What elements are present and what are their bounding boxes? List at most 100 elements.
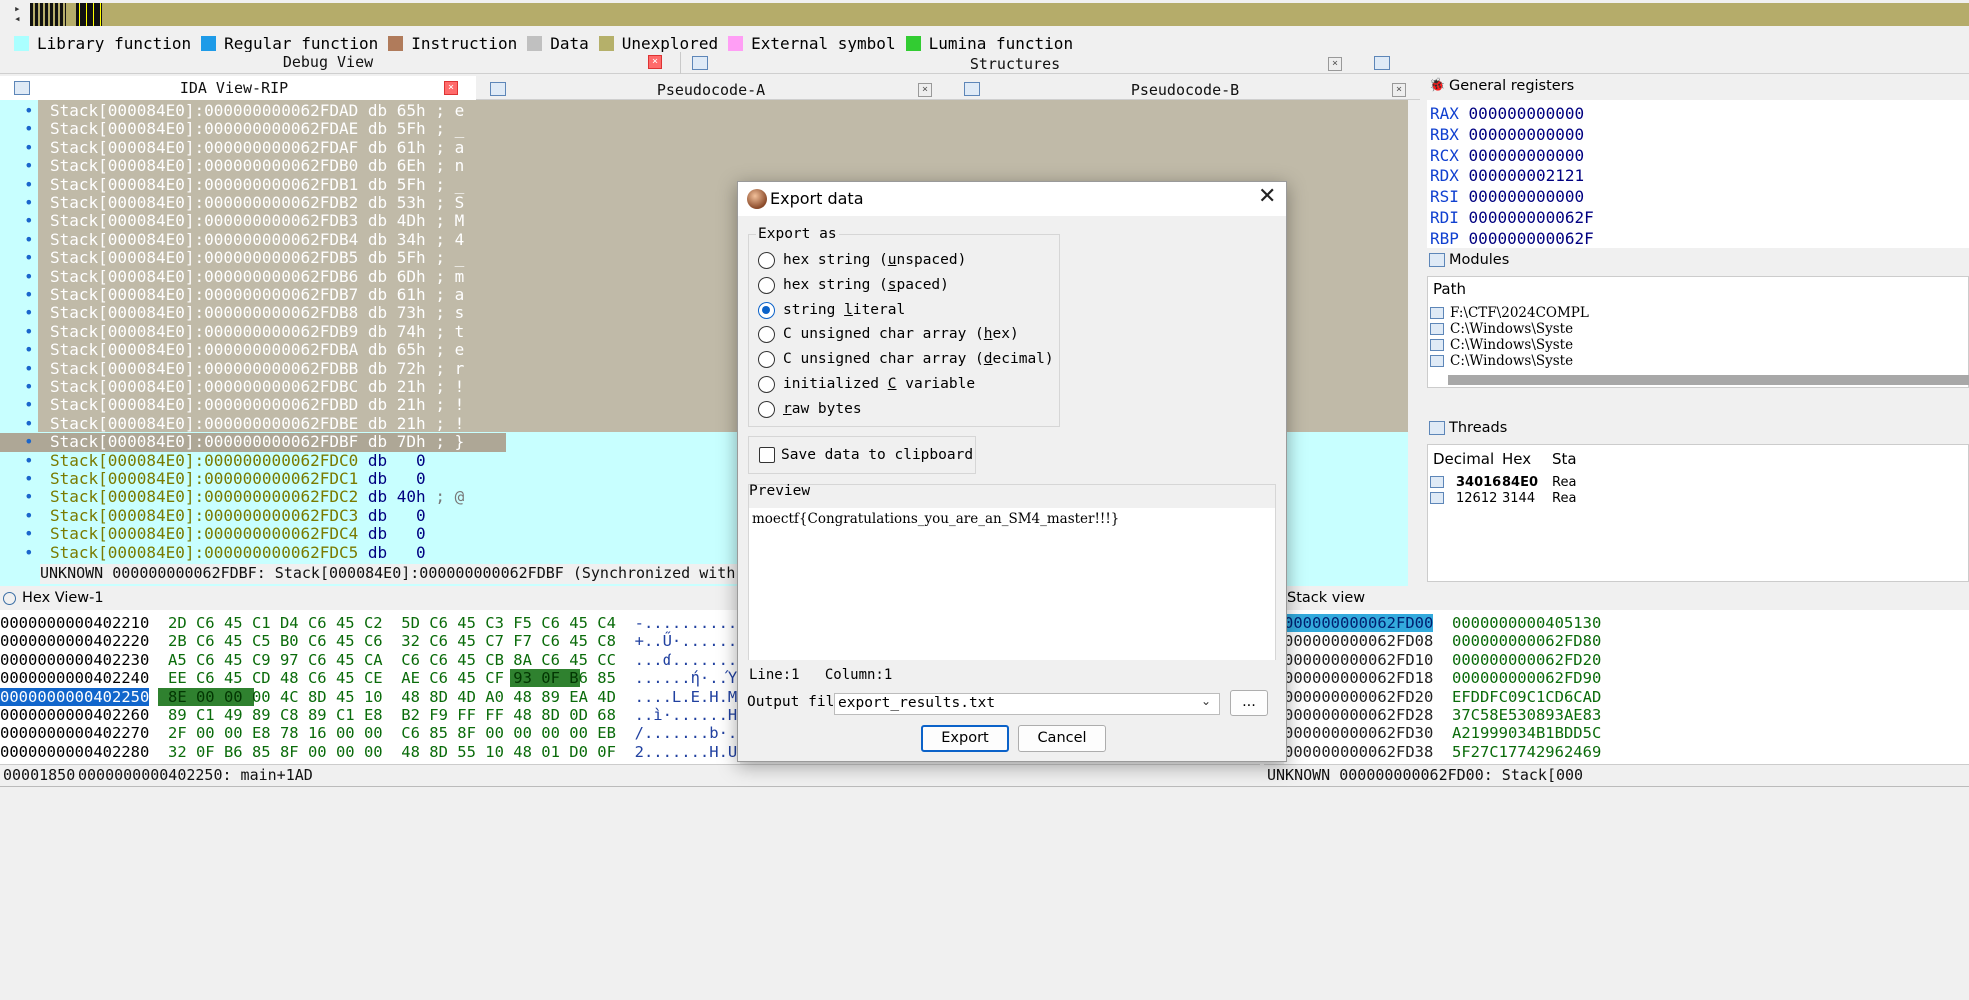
breakpoint-dot-icon[interactable]: •: [0, 211, 50, 230]
export-option[interactable]: hex string (spaced): [758, 275, 1058, 297]
hex-bytes-high[interactable]: B2 F9 FF FF 48 8D 0D 68: [401, 706, 616, 724]
export-option[interactable]: raw bytes: [758, 399, 1058, 421]
module-row[interactable]: C:\Windows\Syste: [1430, 337, 1573, 353]
register-value[interactable]: 000000000062F: [1469, 229, 1594, 248]
hex-row[interactable]: 0000000000402280 32 0F B6 85 8F 00 00 00…: [0, 743, 740, 761]
hex-view-panel[interactable]: 0000000000402210 2D C6 45 C1 D4 C6 45 C2…: [0, 610, 740, 764]
breakpoint-dot-icon[interactable]: •: [0, 377, 50, 396]
register-row[interactable]: RBP 000000000062F: [1430, 229, 1594, 248]
navigation-band[interactable]: ▸ ◂: [0, 0, 1969, 28]
breakpoint-dot-icon[interactable]: •: [0, 303, 50, 322]
modules-hscrollbar[interactable]: [1448, 375, 1969, 385]
close-pseudocode-a-icon[interactable]: ×: [918, 83, 932, 97]
threads-state-header[interactable]: Sta: [1552, 450, 1577, 468]
breakpoint-dot-icon[interactable]: •: [0, 506, 50, 525]
breakpoint-dot-icon[interactable]: •: [0, 156, 50, 175]
hex-row[interactable]: 0000000000402240 EE C6 45 CD 48 C6 45 CE…: [0, 669, 740, 687]
register-value[interactable]: 000000000000: [1469, 104, 1585, 123]
stack-row[interactable]: 000000000062FD30 A21999034B1BDD5C: [1284, 724, 1601, 742]
close-debug-view-icon[interactable]: ×: [648, 55, 662, 69]
save-to-clipboard-checkbox[interactable]: [759, 447, 775, 463]
browse-button[interactable]: ...: [1230, 690, 1268, 716]
modules-path-header[interactable]: Path: [1433, 280, 1466, 298]
breakpoint-dot-icon[interactable]: •: [0, 487, 50, 506]
thread-row[interactable]: 12612 3144 Rea: [1430, 491, 1969, 507]
threads-hex-header[interactable]: Hex: [1502, 450, 1531, 468]
breakpoint-dot-icon[interactable]: •: [0, 414, 50, 433]
tab-structures[interactable]: Structures: [700, 55, 1330, 73]
close-ida-view-icon[interactable]: ×: [444, 81, 458, 95]
hex-row[interactable]: 0000000000402230 A5 C6 45 C9 97 C6 45 CA…: [0, 651, 740, 669]
radio-selected[interactable]: [758, 301, 775, 319]
stack-row[interactable]: 000000000062FD38 5F27C17742962469: [1284, 743, 1601, 761]
export-option[interactable]: C unsigned char array (decimal): [758, 349, 1058, 371]
export-button[interactable]: Export: [921, 725, 1009, 752]
hex-row[interactable]: 0000000000402270 2F 00 00 E8 78 16 00 00…: [0, 724, 740, 742]
tab-debug-view[interactable]: Debug View: [0, 53, 656, 71]
breakpoint-dot-icon[interactable]: •: [0, 432, 50, 451]
radio-button[interactable]: [758, 252, 775, 269]
register-row[interactable]: RSI 000000000000: [1430, 187, 1584, 208]
hex-bytes-high[interactable]: 48 8D 4D A0 48 89 EA 4D: [401, 688, 616, 706]
hex-row[interactable]: 0000000000402260 89 C1 49 89 C8 89 C1 E8…: [0, 706, 740, 724]
register-row[interactable]: RDX 000000002121: [1430, 166, 1584, 187]
disassembly-line[interactable]: • Stack[000084E0]:000000000062FDB0 db 6Eh…: [0, 156, 1408, 175]
register-row[interactable]: RAX 000000000000: [1430, 104, 1584, 125]
radio-button[interactable]: [758, 400, 775, 418]
breakpoint-dot-icon[interactable]: •: [0, 193, 50, 212]
hex-row[interactable]: 0000000000402250 8E 00 00 00 4C 8D 45 10…: [0, 687, 740, 706]
stack-value[interactable]: EFDDFC09C1CD6CAD: [1452, 688, 1601, 706]
hex-row[interactable]: 0000000000402220 2B C6 45 C5 B0 C6 45 C6…: [0, 632, 740, 650]
close-pseudocode-b-icon[interactable]: ×: [1392, 83, 1406, 97]
thread-row[interactable]: 34016 84E0 Rea: [1430, 475, 1969, 491]
close-dialog-icon[interactable]: ✕: [1258, 184, 1276, 209]
breakpoint-dot-icon[interactable]: •: [0, 322, 50, 341]
stack-value[interactable]: 000000000062FD80: [1452, 632, 1601, 650]
disassembly-line[interactable]: • Stack[000084E0]:000000000062FDAF db 61h…: [0, 138, 1408, 157]
stack-row[interactable]: 000000000062FD28 37C58E530893AE83: [1284, 706, 1601, 724]
nav-band-strip[interactable]: [36, 3, 1969, 26]
tab-pseudocode-b[interactable]: Pseudocode-B: [950, 81, 1420, 99]
tab-ida-view-rip[interactable]: IDA View-RIP: [0, 79, 468, 97]
breakpoint-dot-icon[interactable]: •: [0, 340, 50, 359]
stack-row[interactable]: 000000000062FD18 000000000062FD90: [1284, 669, 1601, 687]
stack-row[interactable]: 000000000062FD20 EFDDFC09C1CD6CAD: [1284, 688, 1601, 706]
hex-row[interactable]: 0000000000402210 2D C6 45 C1 D4 C6 45 C2…: [0, 614, 740, 632]
stack-view-panel[interactable]: 000000000062FD00 0000000000405130 0000000…: [1284, 610, 1969, 764]
local-types-tab-icon[interactable]: [1374, 56, 1390, 70]
breakpoint-dot-icon[interactable]: •: [0, 119, 50, 138]
stack-value[interactable]: 0000000000405130: [1452, 614, 1601, 632]
register-value[interactable]: 000000000000: [1469, 125, 1585, 144]
stack-value[interactable]: 000000000062FD20: [1452, 651, 1601, 669]
breakpoint-dot-icon[interactable]: •: [0, 285, 50, 304]
register-value[interactable]: 000000000000: [1469, 146, 1585, 165]
hex-bytes-low[interactable]: 2D C6 45 C1 D4 C6 45 C2: [168, 614, 383, 632]
disassembly-line[interactable]: • Stack[000084E0]:000000000062FDBF db 7Dh…: [0, 432, 506, 452]
stack-value[interactable]: A21999034B1BDD5C: [1452, 724, 1601, 742]
modules-panel[interactable]: Path F:\CTF\2024COMPL C:\Windows\Syste C:\…: [1427, 276, 1969, 388]
hex-bytes-low[interactable]: 2B C6 45 C5 B0 C6 45 C6: [168, 632, 383, 650]
nav-collapse-arrow-icon[interactable]: ▸ ◂: [14, 3, 24, 24]
module-row[interactable]: C:\Windows\Syste: [1430, 321, 1573, 337]
breakpoint-dot-icon[interactable]: •: [0, 469, 50, 488]
export-option[interactable]: initialized C variable: [758, 374, 1058, 396]
stack-row[interactable]: 000000000062FD10 000000000062FD20: [1284, 651, 1601, 669]
output-file-combobox[interactable]: export_results.txt ⌄: [834, 693, 1220, 715]
module-row[interactable]: F:\CTF\2024COMPL: [1430, 305, 1589, 321]
breakpoint-dot-icon[interactable]: •: [0, 230, 50, 249]
breakpoint-dot-icon[interactable]: •: [0, 138, 50, 157]
hex-bytes-high[interactable]: 32 C6 45 C7 F7 C6 45 C8: [401, 632, 616, 650]
threads-panel[interactable]: Decimal Hex Sta 34016 84E0 Rea 12612 3144 Rea: [1427, 444, 1969, 582]
register-row[interactable]: RCX 000000000000: [1430, 146, 1584, 167]
hex-bytes-high[interactable]: 5D C6 45 C3 F5 C6 45 C4: [401, 614, 616, 632]
hex-bytes-low[interactable]: 89 C1 49 89 C8 89 C1 E8: [168, 706, 383, 724]
hex-bytes-high[interactable]: AE C6 45 CF 93 0F B6 85: [401, 669, 616, 687]
tab-pseudocode-a[interactable]: Pseudocode-A: [476, 81, 946, 99]
chevron-down-icon[interactable]: ⌄: [1201, 694, 1211, 708]
close-structures-icon[interactable]: ×: [1328, 57, 1342, 71]
breakpoint-dot-icon[interactable]: •: [0, 359, 50, 378]
radio-button[interactable]: [758, 276, 775, 294]
radio-button[interactable]: [758, 376, 775, 393]
breakpoint-dot-icon[interactable]: •: [0, 524, 50, 543]
stack-value[interactable]: 37C58E530893AE83: [1452, 706, 1601, 724]
